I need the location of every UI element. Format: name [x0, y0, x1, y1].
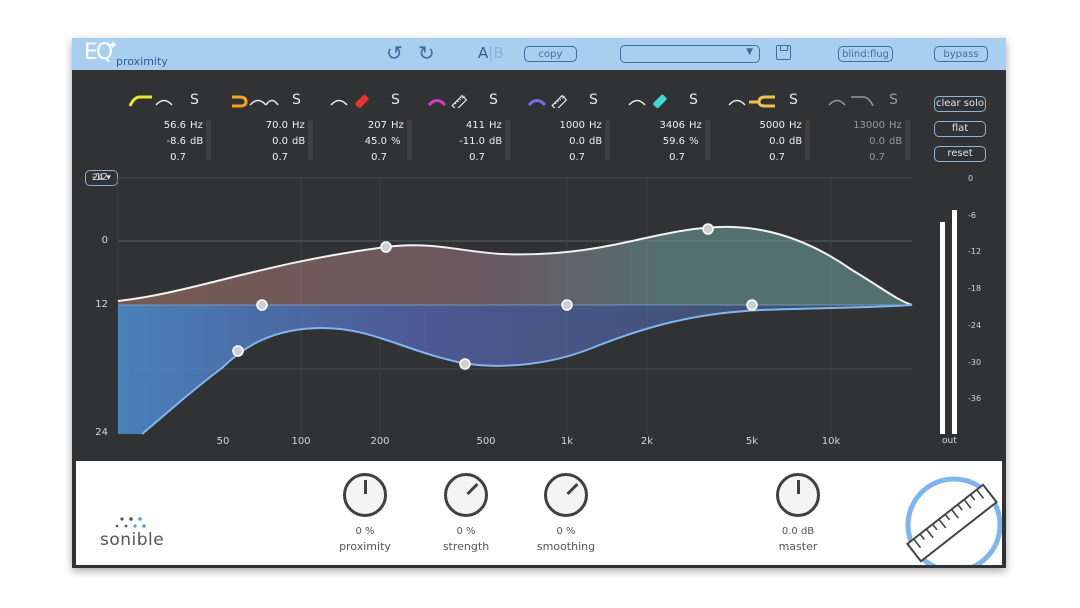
- meter-scale-label: -24: [968, 320, 982, 330]
- band-node-3[interactable]: [380, 241, 392, 253]
- band-node-4[interactable]: [459, 358, 471, 370]
- proximity-knob[interactable]: [343, 473, 387, 517]
- meter-out-label: out: [942, 436, 957, 446]
- proximity-label: proximity: [339, 540, 391, 553]
- x-axis-label: 100: [291, 436, 311, 447]
- meter-scale-label: -18: [968, 284, 982, 294]
- master-knob[interactable]: [776, 473, 820, 517]
- output-meter-left: [940, 222, 945, 434]
- y-axis-label: 0: [101, 235, 108, 246]
- control-panel: sonible 0 % proximity 0 % strength 0 % s…: [76, 461, 1002, 565]
- x-axis-label: 10k: [821, 436, 841, 447]
- meter-scale-label: 0: [968, 174, 974, 183]
- x-axis-label: 50: [216, 436, 230, 447]
- y-axis-label: 24: [95, 427, 108, 438]
- proximity-value: 0 %: [355, 526, 375, 537]
- meter-scale-label: -12: [968, 247, 982, 257]
- meter-scale-label: -30: [968, 357, 982, 367]
- y-axis-label: 12: [95, 299, 108, 310]
- meter-scale-label: -36: [968, 394, 982, 404]
- master-label: master: [778, 540, 818, 553]
- x-axis-label: 2k: [640, 436, 654, 447]
- ruler-logo-icon: [905, 476, 1002, 565]
- band-node-7[interactable]: [746, 299, 758, 311]
- output-meter-right: [952, 210, 957, 434]
- strength-label: strength: [442, 540, 490, 553]
- band-node-1[interactable]: [232, 345, 244, 357]
- eq-graph[interactable]: [72, 38, 1006, 461]
- plugin-window: EQ ✦ proximity ↺ ↻ A|B copy ▼ blind:flug…: [72, 38, 1006, 568]
- band-node-5[interactable]: [561, 299, 573, 311]
- smoothing-value: 0 %: [556, 526, 576, 537]
- master-value: 0.0 dB: [781, 526, 815, 537]
- smoothing-knob[interactable]: [544, 473, 588, 517]
- strength-knob[interactable]: [444, 473, 488, 517]
- x-axis-label: 1k: [560, 436, 574, 447]
- meter-scale-label: -6: [968, 210, 976, 220]
- y-axis-label: -12: [91, 172, 108, 183]
- band-node-6[interactable]: [702, 223, 714, 235]
- x-axis-label: 500: [476, 436, 496, 447]
- x-axis-label: 5k: [745, 436, 759, 447]
- strength-value: 0 %: [456, 526, 476, 537]
- smoothing-label: smoothing: [536, 540, 596, 553]
- x-axis-label: 200: [370, 436, 390, 447]
- brand-logo: sonible: [100, 530, 165, 550]
- band-node-2[interactable]: [256, 299, 268, 311]
